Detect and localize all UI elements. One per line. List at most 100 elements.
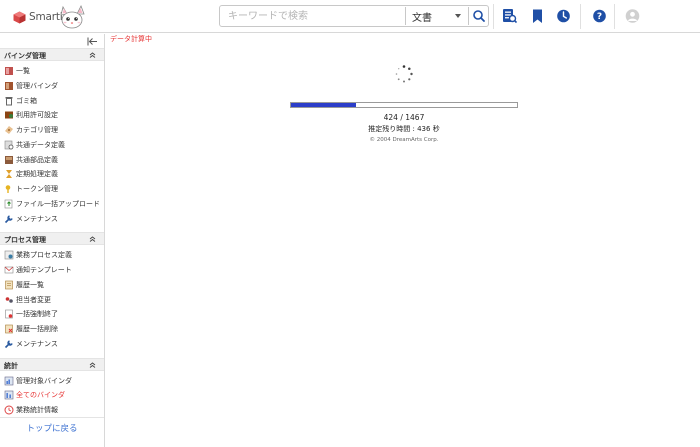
category-icon — [5, 126, 13, 134]
sidebar-item[interactable]: 通知テンプレート — [0, 263, 104, 277]
managed-binder-icon — [5, 81, 13, 90]
sidebar-section-title: バインダ管理 — [4, 52, 46, 60]
common-parts-icon — [5, 155, 13, 164]
loading-spinner-icon — [395, 65, 413, 83]
search-icon[interactable] — [471, 8, 487, 24]
sidebar-item[interactable]: トークン管理 — [0, 182, 104, 196]
history-delete-icon — [5, 324, 13, 334]
hourglass-icon — [6, 170, 12, 179]
sidebar-item-label: メンテナンス — [16, 339, 58, 348]
progress-bar — [290, 102, 518, 108]
mail-template-icon — [4, 266, 14, 274]
header-divider — [493, 4, 494, 29]
sidebar-item[interactable]: 一覧 — [0, 64, 104, 78]
sidebar-item-label: 通知テンプレート — [16, 266, 72, 274]
permission-icon — [5, 111, 13, 119]
sidebar-item[interactable]: 業務プロセス定義 — [0, 248, 104, 262]
sidebar-item-label: 履歴一覧 — [16, 280, 44, 289]
sidebar-item-label: 履歴一括削除 — [16, 325, 58, 333]
binder-list-icon — [5, 67, 13, 75]
sidebar-item[interactable]: 管理対象バインダ — [0, 374, 104, 388]
sidebar-item[interactable]: 共通部品定義 — [0, 153, 104, 167]
user-avatar-icon[interactable] — [625, 8, 640, 24]
sidebar-item-label: 全てのバインダ — [16, 391, 65, 400]
sidebar-item-label: 共通部品定義 — [16, 155, 58, 164]
sidebar-item-label: 定期処理定義 — [16, 170, 58, 179]
common-data-icon — [4, 140, 14, 150]
sidebar-item-label: カテゴリ管理 — [16, 126, 58, 134]
sidebar-item[interactable]: ファイル一括アップロード — [0, 197, 104, 211]
sidebar-item-label: 利用許可設定 — [16, 111, 58, 120]
help-icon[interactable]: ? — [592, 8, 607, 24]
sidebar-item-label: 管理対象バインダ — [16, 376, 72, 385]
sidebar-item-label: 担当者変更 — [16, 295, 51, 304]
header-divider — [614, 4, 615, 29]
svg-text:?: ? — [597, 12, 602, 22]
key-icon — [5, 185, 11, 193]
sidebar-item[interactable]: 履歴一覧 — [0, 278, 104, 292]
search-scope-select[interactable]: 文書 — [405, 7, 469, 25]
mascot-icon — [60, 5, 85, 29]
clock-stats-icon — [4, 405, 14, 415]
copyright-text: © 2004 DreamArts Corp. — [369, 137, 439, 143]
sidebar-item[interactable]: 全てのバインダ — [0, 388, 104, 402]
sidebar-section-title: 統計 — [4, 361, 18, 370]
sidebar-section-header[interactable]: バインダ管理 — [0, 48, 104, 61]
sidebar-item[interactable]: 業務統計情報 — [0, 403, 104, 417]
sidebar-item[interactable]: カテゴリ管理 — [0, 123, 104, 137]
chevron-double-up-icon — [89, 52, 96, 58]
upload-icon — [4, 199, 13, 209]
binder-search-icon[interactable] — [502, 8, 517, 24]
sidebar-section-header[interactable]: 統計 — [0, 357, 104, 371]
sidebar-item-label: ゴミ箱 — [16, 96, 37, 105]
assignee-change-icon — [5, 296, 13, 303]
sidebar-item-label: トークン管理 — [16, 185, 58, 193]
header-divider — [580, 4, 581, 29]
sidebar-item-label: ファイル一括アップロード — [16, 199, 100, 208]
sidebar-item-label: 管理バインダ — [16, 81, 58, 90]
bookmark-icon[interactable] — [530, 8, 545, 24]
main-content: データ計算中 424 / 1467 推定残り時間 : 436 秒 © 2004 … — [106, 34, 700, 447]
sidebar-collapse-icon[interactable] — [87, 37, 98, 46]
stats-binder-icon — [4, 376, 14, 385]
sidebar-item[interactable]: 定期処理定義 — [0, 167, 104, 181]
wrench-icon — [4, 339, 13, 348]
chevron-double-up-icon — [89, 236, 96, 243]
sidebar-item[interactable]: 担当者変更 — [0, 293, 104, 307]
logo-cube-icon — [13, 11, 26, 23]
sidebar-item[interactable]: 履歴一括削除 — [0, 322, 104, 336]
search-box: 文書 — [219, 5, 489, 27]
sidebar-item-label: メンテナンス — [16, 214, 58, 223]
sidebar-item[interactable]: メンテナンス — [0, 337, 104, 351]
sidebar-item-label: 一括強制終了 — [16, 310, 58, 319]
history-icon — [5, 280, 13, 290]
sidebar-item-label: 業務プロセス定義 — [16, 251, 72, 260]
force-end-icon — [5, 309, 13, 319]
sidebar-section-title: プロセス管理 — [4, 236, 46, 245]
search-input[interactable] — [228, 10, 408, 23]
calculating-status-label: データ計算中 — [110, 35, 152, 43]
admin-sidebar: バインダ管理一覧管理バインダ ゴミ箱利用許可設定 カテゴリ管理 共通データ定義 共通部品… — [0, 34, 105, 447]
progress-count: 424 / 1467 — [383, 113, 425, 122]
estimated-remaining-time: 推定残り時間 : 436 秒 — [368, 125, 440, 133]
trash-icon — [5, 96, 13, 105]
progress-bar-fill — [291, 103, 357, 107]
history-clock-icon[interactable] — [556, 8, 571, 24]
sidebar-item-label: 業務統計情報 — [16, 406, 58, 414]
sidebar-item[interactable]: 共通データ定義 — [0, 138, 104, 152]
all-binders-icon — [4, 390, 14, 400]
process-def-icon — [4, 250, 14, 260]
chevron-double-up-icon — [89, 361, 96, 368]
back-to-top-link[interactable]: トップに戻る — [0, 417, 104, 434]
sidebar-item-label: 共通データ定義 — [16, 140, 65, 149]
caret-down-icon — [455, 14, 461, 18]
sidebar-item[interactable]: 利用許可設定 — [0, 108, 104, 122]
wrench-icon — [4, 214, 13, 223]
sidebar-item[interactable]: ゴミ箱 — [0, 94, 104, 108]
sidebar-section-header[interactable]: プロセス管理 — [0, 232, 104, 246]
search-scope-label: 文書 — [412, 12, 432, 24]
sidebar-item[interactable]: 一括強制終了 — [0, 307, 104, 321]
sidebar-item[interactable]: メンテナンス — [0, 212, 104, 226]
top-header: SmartDB 文書 — [0, 0, 700, 33]
sidebar-item[interactable]: 管理バインダ — [0, 79, 104, 93]
